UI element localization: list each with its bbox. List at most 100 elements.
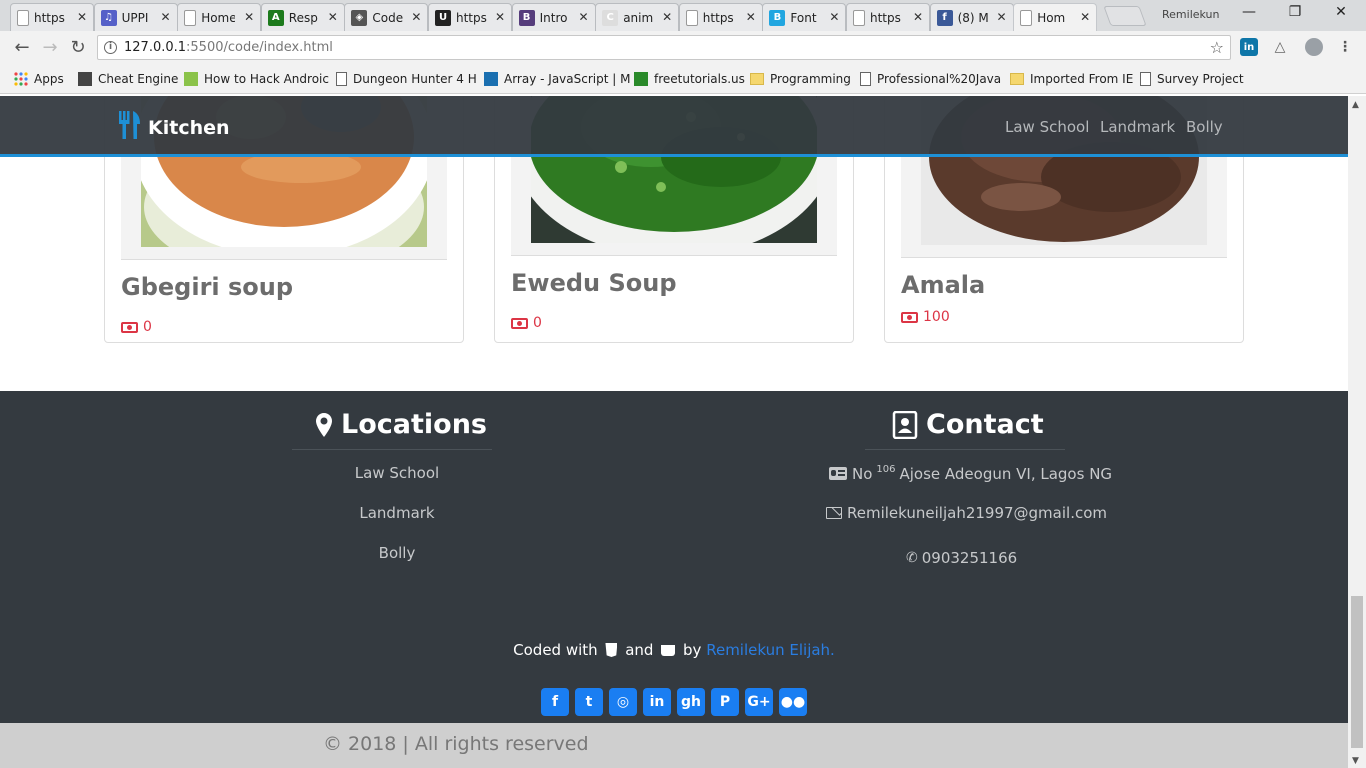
and-text: and	[625, 641, 654, 659]
browser-tab[interactable]: Hom ✕	[1013, 3, 1098, 31]
browser-tab[interactable]: B Intro ✕	[511, 3, 596, 31]
reload-icon[interactable]: ↻	[66, 37, 90, 58]
google-plus-icon[interactable]: G+	[745, 688, 773, 716]
close-window-icon[interactable]: ✕	[1326, 4, 1356, 20]
browser-tab[interactable]: Canim ✕	[595, 3, 680, 31]
browser-tab[interactable]: f (8) M ✕	[929, 3, 1014, 31]
close-tab-icon[interactable]: ✕	[77, 10, 87, 24]
bookmark-star-icon[interactable]: ☆	[1210, 36, 1224, 59]
green-icon: A	[267, 9, 284, 26]
contact-heading: Contact	[892, 409, 1044, 440]
card-title: Ewedu Soup	[511, 269, 677, 297]
bookmark-item[interactable]: Imported From IE	[1010, 72, 1133, 86]
browser-tab[interactable]: Uhttps ✕	[428, 3, 512, 31]
bookmark-item[interactable]: Survey Project	[1140, 72, 1244, 86]
back-arrow-icon[interactable]: ←	[10, 37, 34, 58]
close-tab-icon[interactable]: ✕	[244, 10, 254, 24]
browser-tab[interactable]: Home ✕	[177, 3, 262, 31]
flickr-icon[interactable]: ●●	[779, 688, 807, 716]
new-tab-button[interactable]	[1103, 6, 1147, 26]
close-tab-icon[interactable]: ✕	[495, 10, 505, 24]
bookmark-item[interactable]: How to Hack Androic	[184, 72, 329, 86]
page-icon	[853, 9, 865, 26]
nav-link-landmark[interactable]: Landmark	[1100, 118, 1175, 136]
footer-location-bolly[interactable]: Bolly	[297, 544, 497, 562]
bookmark-item[interactable]: Array - JavaScript | M	[484, 72, 630, 86]
contact-phone[interactable]: ✆ 0903251166	[906, 549, 1017, 567]
linkedin-icon[interactable]: in	[643, 688, 671, 716]
url-host: 127.0.0.1	[124, 40, 187, 55]
close-tab-icon[interactable]: ✕	[579, 10, 589, 24]
page-icon	[685, 9, 698, 26]
page-icon	[1140, 72, 1151, 86]
bookmark-label: Apps	[34, 72, 64, 86]
close-tab-icon[interactable]: ✕	[997, 10, 1007, 24]
facebook-icon[interactable]: f	[541, 688, 569, 716]
tab-title: https	[702, 10, 734, 25]
tab-title: Resp	[288, 10, 318, 25]
browser-tab[interactable]: ◈ Code ✕	[344, 3, 429, 31]
linkedin-extension-icon[interactable]: in	[1240, 38, 1258, 56]
bookmark-item[interactable]: Apps	[14, 72, 64, 86]
close-tab-icon[interactable]: ✕	[161, 10, 171, 24]
profile-name[interactable]: Remilekun	[1162, 8, 1220, 21]
close-tab-icon[interactable]: ✕	[662, 10, 672, 24]
browser-tab[interactable]: B Font ✕	[762, 3, 847, 31]
scroll-up-icon[interactable]: ▲	[1352, 100, 1359, 110]
page-icon	[1020, 9, 1033, 26]
close-tab-icon[interactable]: ✕	[328, 10, 338, 24]
social-links: f t ◎ in gh P G+ ●●	[541, 688, 813, 716]
scroll-down-icon[interactable]: ▼	[1352, 756, 1359, 766]
twitter-icon[interactable]: t	[575, 688, 603, 716]
bookmark-item[interactable]: Cheat Engine	[78, 72, 178, 86]
github-icon[interactable]: gh	[677, 688, 705, 716]
instagram-icon[interactable]: ◎	[609, 688, 637, 716]
close-tab-icon[interactable]: ✕	[1080, 10, 1090, 24]
tab-title: https	[34, 10, 65, 25]
minimize-icon[interactable]: —	[1234, 4, 1264, 20]
close-tab-icon[interactable]: ✕	[411, 10, 421, 24]
address-bar[interactable]: i 127.0.0.1:5500/code/index.html ☆	[97, 35, 1231, 60]
page-icon	[184, 9, 197, 26]
bookmark-item[interactable]: Programming	[750, 72, 851, 86]
nav-link-bolly[interactable]: Bolly	[1186, 118, 1223, 136]
mdn-icon	[484, 72, 498, 86]
browser-tab[interactable]: https ✕	[678, 3, 763, 31]
browser-tab[interactable]: https ✕	[846, 3, 930, 31]
footer-location-law-school[interactable]: Law School	[297, 464, 497, 482]
tab-title: UPPI	[121, 10, 149, 25]
extension-icon[interactable]	[1305, 38, 1323, 56]
udemy-icon: U	[435, 9, 451, 26]
close-tab-icon[interactable]: ✕	[746, 10, 756, 24]
tab-title: Hom	[1037, 10, 1066, 25]
locations-heading: Locations	[315, 409, 487, 440]
restore-icon[interactable]: ❐	[1280, 4, 1310, 20]
bookmark-item[interactable]: freetutorials.us	[634, 72, 745, 86]
card-title: Gbegiri soup	[121, 273, 294, 301]
author-link[interactable]: Remilekun Elijah.	[706, 641, 835, 659]
browser-tab[interactable]: https ✕	[10, 3, 94, 31]
forward-arrow-icon[interactable]: →	[38, 37, 62, 58]
browser-tab[interactable]: A Resp ✕	[260, 3, 345, 31]
address-prefix: No	[852, 464, 873, 483]
bookmark-item[interactable]: Professional%20Java	[860, 72, 1001, 86]
address-rest: Ajose Adeogun VI, Lagos NG	[899, 464, 1113, 483]
footer-location-landmark[interactable]: Landmark	[297, 504, 497, 522]
scroll-thumb[interactable]	[1351, 596, 1363, 748]
card-title: Amala	[901, 271, 986, 299]
menu-dots-icon[interactable]: ⋮	[1336, 38, 1354, 56]
browser-tab[interactable]: ♫ UPPI ✕	[93, 3, 178, 31]
pinterest-icon[interactable]: P	[711, 688, 739, 716]
close-tab-icon[interactable]: ✕	[913, 10, 923, 24]
contact-email[interactable]: Remilekuneiljah21997@gmail.com	[826, 504, 1107, 522]
nav-link-law-school[interactable]: Law School	[1005, 118, 1089, 136]
card-price: 0	[121, 319, 152, 335]
page-icon	[860, 72, 871, 86]
brand-link[interactable]: Kitchen	[118, 110, 230, 145]
close-tab-icon[interactable]: ✕	[829, 10, 839, 24]
bookmark-item[interactable]: Dungeon Hunter 4 H	[336, 72, 477, 86]
vertical-scrollbar[interactable]: ▲ ▼	[1348, 96, 1366, 768]
facebook-icon: f	[936, 9, 953, 26]
drive-extension-icon[interactable]: △	[1271, 38, 1289, 56]
info-icon[interactable]: i	[104, 41, 117, 54]
